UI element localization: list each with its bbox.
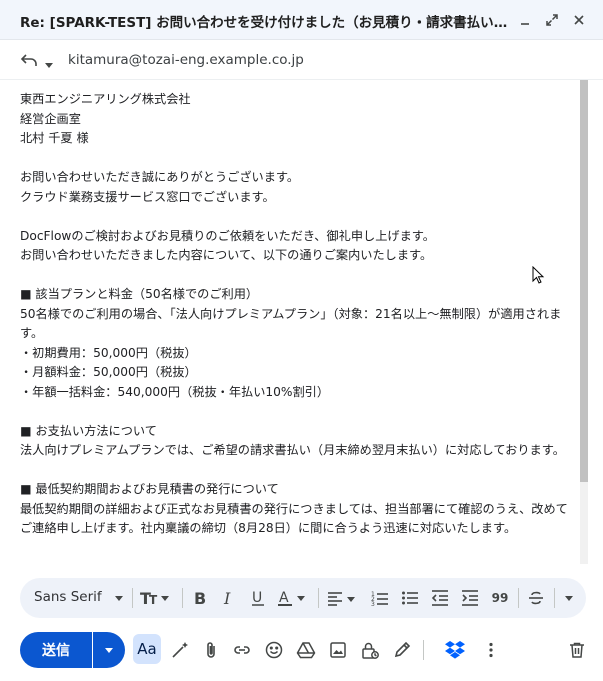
quote-icon[interactable]: 99 <box>488 586 512 610</box>
underline-icon[interactable]: U <box>246 586 270 610</box>
insert-link-icon[interactable] <box>230 638 254 662</box>
minimize-icon[interactable] <box>513 8 537 32</box>
body-line: ■ 最低契約期間およびお見積書の発行について <box>20 482 279 496</box>
toolbar-divider <box>318 588 319 608</box>
reply-icon[interactable] <box>20 51 38 69</box>
scrollbar-thumb[interactable] <box>580 80 588 482</box>
strikethrough-icon[interactable] <box>524 586 548 610</box>
body-line: お問い合わせいただきました内容について、以下の通りご案内いたします。 <box>20 248 433 262</box>
font-dropdown-icon[interactable] <box>112 586 126 610</box>
bulleted-list-icon[interactable] <box>398 586 422 610</box>
confidential-mode-icon[interactable] <box>358 638 382 662</box>
svg-text:B: B <box>194 589 206 607</box>
body-line: ・月額料金：50,000円（税抜） <box>20 365 197 379</box>
body-line: お問い合わせいただき誠にありがとうございます。 <box>20 170 300 184</box>
more-formatting-dropdown-icon[interactable] <box>560 586 578 610</box>
font-select-label: Sans Serif <box>34 589 102 605</box>
svg-text:A: A <box>279 590 289 606</box>
numbered-list-icon[interactable]: 123 <box>368 586 392 610</box>
reply-type-dropdown-icon[interactable] <box>44 55 54 68</box>
toolbar-divider <box>182 588 183 608</box>
indent-less-icon[interactable] <box>428 586 452 610</box>
body-line: クラウド業務支援サービス窓口でございます。 <box>20 189 275 204</box>
svg-text:I: I <box>223 589 231 607</box>
delete-icon[interactable] <box>565 638 589 662</box>
italic-icon[interactable]: I <box>217 586 241 610</box>
message-body[interactable]: 東西エンジニアリング株式会社 経営企画室 北村 千夏 様 お問い合わせいただき誠… <box>20 90 570 564</box>
body-line <box>20 266 570 286</box>
body-line: ■ お支払い方法について <box>20 423 157 438</box>
body-line: 東西エンジニアリング株式会社 <box>20 92 191 106</box>
toolbar-divider <box>132 588 133 608</box>
svg-text:U: U <box>252 590 262 606</box>
recipient-address[interactable]: kitamura@tozai-eng.example.co.jp <box>68 52 304 68</box>
signature-icon[interactable] <box>390 638 414 662</box>
font-size-icon[interactable]: T T <box>138 586 176 610</box>
dropbox-icon[interactable] <box>443 638 467 662</box>
body-line: 最低契約期間の詳細および正式なお見積書の発行につきましては、担当部署にて確認のう… <box>20 501 568 536</box>
align-icon[interactable] <box>325 586 361 610</box>
toolbar-divider <box>518 588 519 608</box>
formatting-options-button[interactable]: Aa <box>133 634 161 664</box>
body-line: 法人向けプレミアムプランでは、ご希望の請求書払い（月末締め翌月末払い）に対応して… <box>20 443 565 457</box>
formatting-toolbar: Sans Serif T T B I U A 123 99 <box>20 578 586 618</box>
google-drive-icon[interactable] <box>294 638 318 662</box>
body-line: DocFlowのご検討およびお見積りのご依頼をいただき、御礼申し上げます。 <box>20 228 435 243</box>
body-line <box>20 207 570 227</box>
body-line: 経営企画室 <box>20 111 81 126</box>
more-options-icon[interactable] <box>479 638 503 662</box>
indent-more-icon[interactable] <box>458 586 482 610</box>
chevron-down-icon <box>105 648 113 653</box>
body-line <box>20 461 570 481</box>
fullscreen-icon[interactable] <box>540 8 564 32</box>
body-line: ■ 該当プランと料金（50名様でのご利用） <box>20 287 259 301</box>
ai-write-icon[interactable] <box>168 638 192 662</box>
body-line <box>20 149 570 169</box>
compose-title-bar: Re: [SPARK-TEST] お問い合わせを受け付けました（お見積り・請求書… <box>0 0 603 40</box>
action-divider <box>423 640 424 660</box>
emoji-icon[interactable] <box>262 638 286 662</box>
insert-photo-icon[interactable] <box>326 638 350 662</box>
compose-title: Re: [SPARK-TEST] お問い合わせを受け付けました（お見積り・請求書… <box>20 15 510 31</box>
body-line <box>20 402 570 422</box>
send-options-button[interactable] <box>93 632 125 668</box>
recipient-row[interactable]: kitamura@tozai-eng.example.co.jp <box>0 40 603 80</box>
font-select[interactable]: Sans Serif <box>34 589 102 605</box>
svg-text:3: 3 <box>371 601 375 607</box>
mouse-cursor-icon <box>532 265 546 286</box>
body-line: 50名様でのご利用の場合、「法人向けプレミアムプラン」（対象：21名以上〜無制限… <box>20 306 562 341</box>
send-button[interactable]: 送信 <box>20 632 92 668</box>
body-line: ・初期費用：50,000円（税抜） <box>20 345 197 360</box>
body-line: 北村 千夏 様 <box>20 131 89 145</box>
attach-file-icon[interactable] <box>199 638 223 662</box>
text-color-icon[interactable]: A <box>276 586 312 610</box>
bold-icon[interactable]: B <box>188 586 212 610</box>
body-line: ・年額一括料金：540,000円（税抜・年払い10%割引） <box>20 384 330 399</box>
toolbar-divider <box>554 588 555 608</box>
close-icon[interactable] <box>567 8 591 32</box>
svg-text:T: T <box>149 593 158 607</box>
